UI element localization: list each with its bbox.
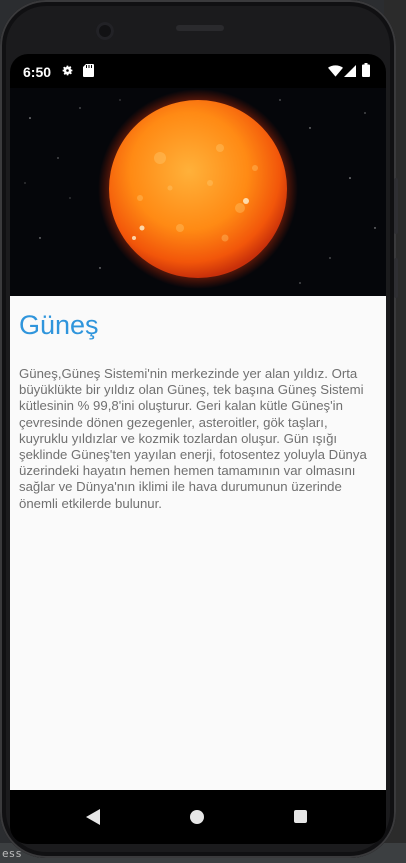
page-title: Güneş (19, 310, 99, 340)
signal-icon (344, 65, 356, 77)
sdcard-icon (83, 64, 94, 77)
wifi-icon (328, 65, 343, 77)
volume-button[interactable] (394, 178, 398, 234)
phone-frame: 6:50 Güneş Güneş,Güneş Sistemi'nin merke… (0, 0, 398, 858)
power-button[interactable] (394, 258, 398, 298)
article-body: Güneş,Güneş Sistemi'nin merkezinde yer a… (19, 366, 367, 511)
device-screen: 6:50 Güneş Güneş,Güneş Sistemi'nin merke… (10, 54, 386, 844)
battery-icon (362, 63, 370, 77)
status-bar: 6:50 (10, 54, 386, 88)
phone-top-bezel (0, 0, 396, 48)
navigation-bar (10, 790, 386, 844)
sun-image (24, 89, 376, 289)
earpiece-speaker (176, 25, 224, 31)
back-icon[interactable] (86, 809, 100, 825)
hero-image (10, 88, 386, 296)
home-icon[interactable] (190, 810, 204, 824)
gear-icon (62, 65, 73, 76)
article-content: Güneş Güneş,Güneş Sistemi'nin merkezinde… (10, 296, 386, 790)
recents-icon[interactable] (294, 810, 307, 823)
front-camera (96, 22, 114, 40)
status-time: 6:50 (23, 64, 52, 80)
